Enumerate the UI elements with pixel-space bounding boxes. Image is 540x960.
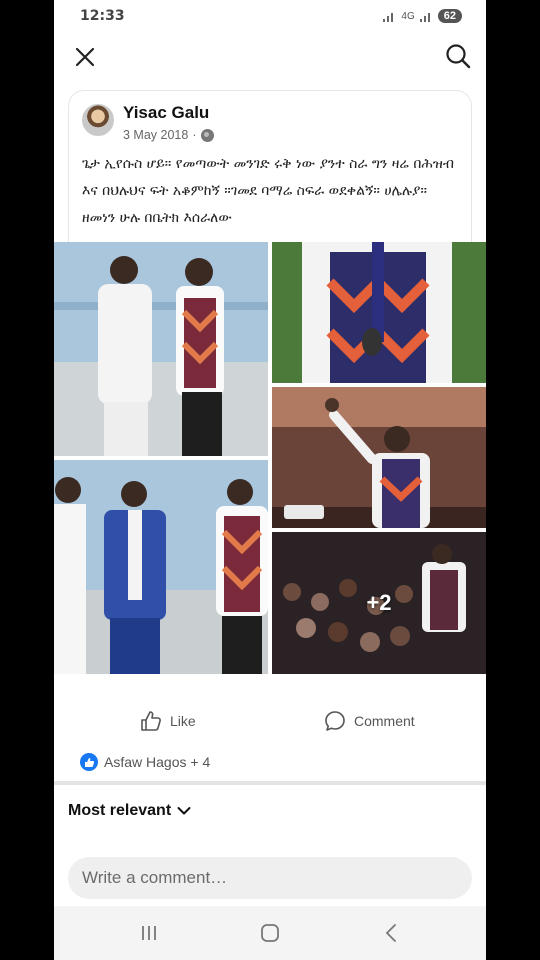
thumbs-up-icon	[141, 711, 161, 731]
home-button[interactable]	[255, 920, 285, 946]
comment-button[interactable]: Comment	[324, 710, 415, 732]
search-icon	[446, 44, 471, 69]
post-photo-5[interactable]: +2	[272, 532, 486, 674]
post-photo-3[interactable]	[272, 387, 486, 528]
like-button[interactable]: Like	[140, 710, 196, 732]
network-type: 4G	[401, 10, 415, 22]
post-text: ጌታ ኢየሱስ ሆይ። የመጣውት መንገድ ሩቅ ነው ያንተ ስራ ግን ዛ…	[82, 156, 454, 226]
post-author[interactable]: Yisac Galu	[123, 103, 209, 123]
reactions-text: Asfaw Hagos + 4	[104, 754, 211, 770]
comment-input[interactable]: Write a comment…	[68, 857, 472, 899]
post-header-card: Yisac Galu 3 May 2018 · ጌታ ኢየሱስ ሆይ። የመጣው…	[68, 90, 472, 250]
post-actions: Like Comment	[54, 700, 486, 744]
back-button[interactable]	[376, 920, 406, 946]
post-date[interactable]: 3 May 2018	[123, 128, 188, 142]
comment-placeholder: Write a comment…	[82, 868, 228, 887]
status-time: 12:33	[80, 8, 125, 24]
sort-label: Most relevant	[68, 802, 172, 819]
chevron-down-icon	[177, 807, 191, 815]
close-button[interactable]	[70, 42, 100, 72]
status-icons: 4G 62	[383, 9, 462, 23]
system-nav-bar	[54, 906, 486, 960]
top-bar	[54, 32, 486, 80]
phone-screen: 12:33 4G 62 Yisac Galu 3 May 2018 · ጌታ ኢ…	[54, 0, 486, 960]
globe-icon	[200, 128, 214, 142]
photo-grid: +2	[54, 242, 486, 674]
status-bar: 12:33 4G 62	[54, 0, 486, 32]
signal-icon-2	[419, 11, 433, 22]
more-photos-count: +2	[366, 590, 392, 615]
avatar[interactable]	[82, 104, 114, 136]
comment-sort-dropdown[interactable]: Most relevant	[68, 802, 191, 820]
recent-apps-button[interactable]	[134, 920, 164, 946]
post-meta: 3 May 2018 ·	[123, 128, 214, 142]
recent-apps-icon	[142, 926, 156, 940]
like-reaction-icon	[80, 753, 98, 771]
comment-bubble-icon	[325, 711, 345, 731]
post-photo-2[interactable]	[272, 242, 486, 383]
post-photo-1[interactable]	[54, 242, 268, 456]
comment-label: Comment	[354, 713, 415, 729]
battery-indicator: 62	[437, 9, 462, 23]
section-divider	[54, 781, 486, 785]
home-icon	[261, 924, 279, 942]
signal-icon	[383, 11, 396, 22]
post-photo-4[interactable]	[54, 460, 268, 674]
reactions-summary[interactable]: Asfaw Hagos + 4	[80, 753, 210, 771]
back-icon	[385, 924, 396, 942]
close-icon	[75, 47, 95, 67]
like-label: Like	[170, 713, 196, 729]
search-button[interactable]	[442, 40, 474, 72]
meta-separator: ·	[192, 128, 197, 142]
